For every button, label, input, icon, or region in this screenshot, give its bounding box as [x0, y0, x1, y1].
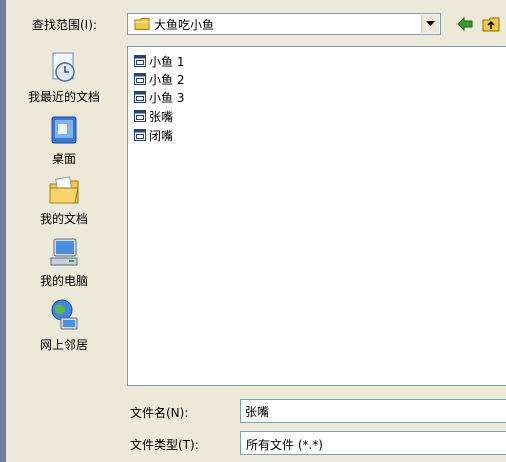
window-edge — [0, 0, 6, 462]
file-item[interactable]: 小鱼 1 — [134, 53, 184, 69]
place-label: 桌面 — [51, 152, 76, 166]
file-icon — [134, 129, 146, 141]
look-in-combo[interactable]: 大鱼吃小鱼 — [127, 13, 441, 35]
place-label: 我最近的文档 — [27, 90, 100, 104]
folder-icon — [134, 18, 150, 30]
file-icon — [134, 91, 146, 103]
desktop-icon — [51, 116, 77, 144]
look-in-dropdown-button[interactable] — [421, 15, 439, 33]
file-name: 小鱼 2 — [149, 72, 185, 87]
place-label: 我的文档 — [39, 212, 88, 226]
back-arrow-icon — [457, 16, 473, 32]
file-icon — [134, 110, 146, 122]
file-type-select[interactable]: 所有文件 (*.*) — [240, 431, 506, 455]
place-label: 我的电脑 — [39, 274, 88, 288]
my-documents-icon — [49, 176, 79, 204]
file-list[interactable]: 小鱼 1 小鱼 2 小鱼 3 张嘴 闭嘴 — [127, 46, 506, 386]
file-item[interactable]: 小鱼 3 — [134, 89, 184, 105]
look-in-label: 查找范围(I): — [32, 18, 97, 32]
network-places-icon — [51, 299, 78, 330]
file-type-label: 文件类型(T): — [130, 438, 199, 452]
up-folder-button[interactable] — [481, 15, 501, 33]
place-my-documents[interactable]: 我的文档 — [14, 174, 114, 227]
place-my-computer[interactable]: 我的电脑 — [14, 236, 114, 289]
place-desktop[interactable]: 桌面 — [14, 114, 114, 167]
recent-documents-icon — [52, 52, 75, 82]
file-name: 闭嘴 — [149, 128, 174, 143]
file-name: 小鱼 3 — [149, 90, 185, 105]
file-name-label: 文件名(N): — [130, 406, 189, 420]
place-recent-documents[interactable]: 我最近的文档 — [14, 50, 114, 105]
file-icon — [134, 55, 146, 67]
place-label: 网上邻居 — [39, 338, 88, 352]
file-name-input[interactable] — [240, 399, 506, 423]
back-button[interactable] — [455, 15, 475, 33]
file-item[interactable]: 小鱼 2 — [134, 71, 184, 87]
file-item[interactable]: 闭嘴 — [134, 127, 173, 143]
file-icon — [134, 73, 146, 85]
chevron-down-icon — [426, 21, 435, 26]
file-type-value: 所有文件 (*.*) — [246, 438, 323, 452]
file-name: 张嘴 — [149, 109, 174, 124]
look-in-value: 大鱼吃小鱼 — [154, 18, 215, 32]
file-item[interactable]: 张嘴 — [134, 108, 173, 124]
file-name: 小鱼 1 — [149, 54, 185, 69]
place-network[interactable]: 网上邻居 — [14, 298, 114, 353]
up-folder-icon — [482, 17, 500, 32]
my-computer-icon — [50, 238, 78, 266]
